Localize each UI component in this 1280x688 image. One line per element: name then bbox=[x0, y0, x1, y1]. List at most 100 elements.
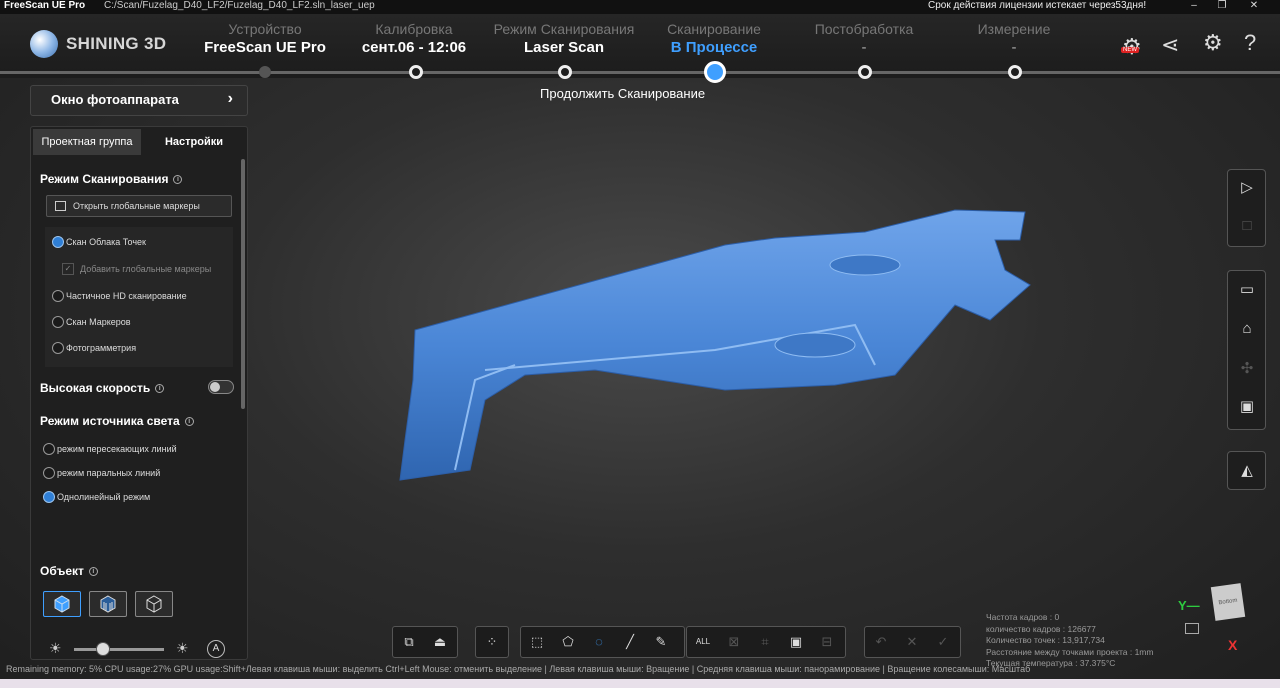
info-icon[interactable]: i bbox=[173, 175, 183, 185]
step-device[interactable]: Устройство FreeScan UE Pro bbox=[190, 20, 340, 58]
progress-node-scan-mode[interactable] bbox=[558, 65, 572, 79]
play-scan-icon[interactable]: ▷ bbox=[1237, 178, 1257, 198]
apply-icon[interactable]: ✓ bbox=[932, 631, 954, 653]
stat-frame-rate: Частота кадров : 0 bbox=[986, 612, 1060, 622]
info-icon[interactable]: i bbox=[184, 417, 194, 427]
step-label: Режим Сканирования bbox=[493, 21, 635, 37]
scanned-fuselage-model[interactable] bbox=[395, 200, 1045, 490]
share-icon[interactable]: ⋖ bbox=[1161, 32, 1179, 58]
open-global-markers-button[interactable]: Открыть глобальные маркеры bbox=[46, 195, 232, 217]
point-cloud-icon[interactable]: ⁘ bbox=[481, 631, 503, 653]
tab-project-group[interactable]: Проектная группа bbox=[33, 129, 141, 155]
radio-photogrammetry[interactable]: Фотограмметрия bbox=[52, 342, 136, 354]
axis-y-label: Y— bbox=[1178, 598, 1200, 613]
info-icon[interactable]: i bbox=[88, 567, 98, 577]
fit-view-icon[interactable]: ⧉ bbox=[398, 631, 420, 653]
step-value: - bbox=[1011, 39, 1017, 56]
radio-parallel-lines[interactable]: режим паральных линий bbox=[43, 467, 160, 479]
settings-gear-icon[interactable]: ⚙ bbox=[1203, 30, 1223, 56]
radio-single-line[interactable]: Однолинейный режим bbox=[43, 491, 150, 503]
fuselage-hatch bbox=[774, 332, 856, 358]
view-cube[interactable]: Bottom bbox=[1210, 583, 1246, 621]
window-icon[interactable]: ▭ bbox=[1237, 280, 1257, 300]
line-select-icon[interactable]: ╱ bbox=[619, 631, 641, 653]
stat-frame-count: количество кадров : 126677 bbox=[986, 623, 1096, 634]
app-name: FreeScan UE Pro bbox=[4, 0, 86, 11]
high-speed-heading: Высокая скорость i bbox=[40, 381, 165, 395]
close-icon[interactable]: ✕ bbox=[1244, 0, 1264, 11]
radio-partial-hd-scan[interactable]: Частичное HD сканирование bbox=[52, 290, 187, 302]
progress-node-postprocessing[interactable] bbox=[858, 65, 872, 79]
mesh-optimize-icon[interactable]: ◭ bbox=[1237, 461, 1257, 481]
rect-select-icon[interactable]: ⬚ bbox=[526, 631, 548, 653]
invert-select-icon[interactable]: ⌗ bbox=[754, 631, 776, 653]
fit-screen-icon[interactable] bbox=[1185, 623, 1199, 634]
polygon-select-icon[interactable]: ⬠ bbox=[557, 631, 579, 653]
undo-icon[interactable]: ↶ bbox=[870, 631, 892, 653]
panel-scrollbar[interactable] bbox=[241, 159, 245, 409]
axis-x-label: X bbox=[1228, 637, 1238, 653]
settings-panel: Проектная группа Настройки Режим Сканиро… bbox=[30, 126, 248, 660]
step-measurement[interactable]: Измерение - bbox=[939, 20, 1089, 58]
scan-stats: Частота кадров : 0 количество кадров : 1… bbox=[986, 612, 1153, 670]
logo-sphere-icon bbox=[30, 30, 58, 58]
step-scanning[interactable]: Сканирование В Процессе bbox=[639, 20, 789, 58]
stop-scan-icon[interactable]: □ bbox=[1237, 216, 1257, 236]
step-scan-mode[interactable]: Режим Сканирования Laser Scan bbox=[489, 20, 639, 58]
restore-icon[interactable]: ❐ bbox=[1212, 0, 1232, 11]
step-calibration[interactable]: Калибровка сент.06 - 12:06 bbox=[339, 20, 489, 58]
radio-marker-scan[interactable]: Скан Маркеров bbox=[52, 316, 131, 328]
checkbox-add-global-markers[interactable]: Добавить глобальные маркеры bbox=[62, 263, 211, 275]
cube-outline-icon bbox=[146, 595, 162, 613]
scan-mode-title: Режим Сканирования bbox=[40, 172, 169, 186]
save-icon[interactable]: ▣ bbox=[1237, 397, 1257, 417]
lasso-select-icon[interactable]: ◌ bbox=[588, 631, 610, 653]
chevron-right-icon: › bbox=[227, 90, 233, 107]
object-solid-button[interactable] bbox=[43, 591, 81, 617]
minimize-icon[interactable]: – bbox=[1184, 0, 1204, 11]
progress-node-calibration[interactable] bbox=[409, 65, 423, 79]
fuselage-surface bbox=[399, 209, 1031, 481]
delete-selection-icon[interactable]: ⊟ bbox=[816, 631, 838, 653]
deselect-icon[interactable]: ⊠ bbox=[723, 631, 745, 653]
step-postprocessing[interactable]: Постобработка - bbox=[789, 20, 939, 58]
progress-node-scanning[interactable] bbox=[704, 61, 726, 83]
tools-group: ▭ ⌂ ✣ ▣ bbox=[1227, 270, 1266, 430]
stat-point-distance: Расстояние между точками проекта : 1mm bbox=[986, 646, 1154, 657]
connected-select-icon[interactable]: ▣ bbox=[785, 631, 807, 653]
scan-mode-heading: Режим Сканирования i bbox=[40, 172, 183, 186]
progress-node-device[interactable] bbox=[259, 66, 271, 78]
info-icon[interactable]: i bbox=[155, 384, 165, 394]
optimize-group: ◭ bbox=[1227, 451, 1266, 490]
camera-window-button[interactable]: Окно фотоаппарата › bbox=[30, 85, 248, 116]
plane-view-icon[interactable]: ⏏ bbox=[429, 631, 451, 653]
brightness-low-icon: ☀ bbox=[49, 640, 62, 656]
help-icon[interactable]: ? bbox=[1244, 30, 1256, 56]
cancel-icon[interactable]: ✕ bbox=[901, 631, 923, 653]
status-bar: Remaining memory: 5% CPU usage:27% GPU u… bbox=[6, 664, 1031, 674]
fuselage-hatch bbox=[829, 254, 901, 276]
tab-settings[interactable]: Настройки bbox=[141, 129, 247, 155]
continue-scanning-button[interactable]: Продолжить Сканирование bbox=[540, 86, 705, 101]
axis-y-letter: Y bbox=[1178, 598, 1187, 613]
brightness-slider[interactable] bbox=[74, 642, 164, 656]
puzzle-icon[interactable]: ✣ bbox=[1237, 359, 1257, 379]
select-all-icon[interactable]: ALL bbox=[692, 631, 714, 653]
auto-exposure-button[interactable]: A bbox=[207, 640, 225, 658]
high-speed-toggle[interactable] bbox=[208, 380, 234, 394]
light-mode-heading: Режим источника света i bbox=[40, 414, 194, 428]
brush-select-icon[interactable]: ✎ bbox=[650, 631, 672, 653]
object-textured-button[interactable] bbox=[89, 591, 127, 617]
new-badge: NEW bbox=[1121, 47, 1139, 53]
radio-cross-lines[interactable]: режим пересекающих линий bbox=[43, 443, 177, 455]
object-wireframe-button[interactable] bbox=[135, 591, 173, 617]
shining3d-logo: SHINING 3D bbox=[30, 30, 166, 58]
high-speed-label: Высокая скорость bbox=[40, 381, 151, 395]
edit-actions-group: ↶ ✕ ✓ bbox=[864, 626, 961, 658]
slider-knob[interactable] bbox=[96, 642, 110, 656]
progress-node-measurement[interactable] bbox=[1008, 65, 1022, 79]
brightness-high-icon: ☀ bbox=[176, 640, 189, 656]
brush-clean-icon[interactable]: ⌂ bbox=[1237, 319, 1257, 339]
radio-point-cloud-scan[interactable]: Скан Облака Точек bbox=[52, 236, 146, 248]
license-warning: Срок действия лицензии истекает через53д… bbox=[928, 0, 1147, 11]
